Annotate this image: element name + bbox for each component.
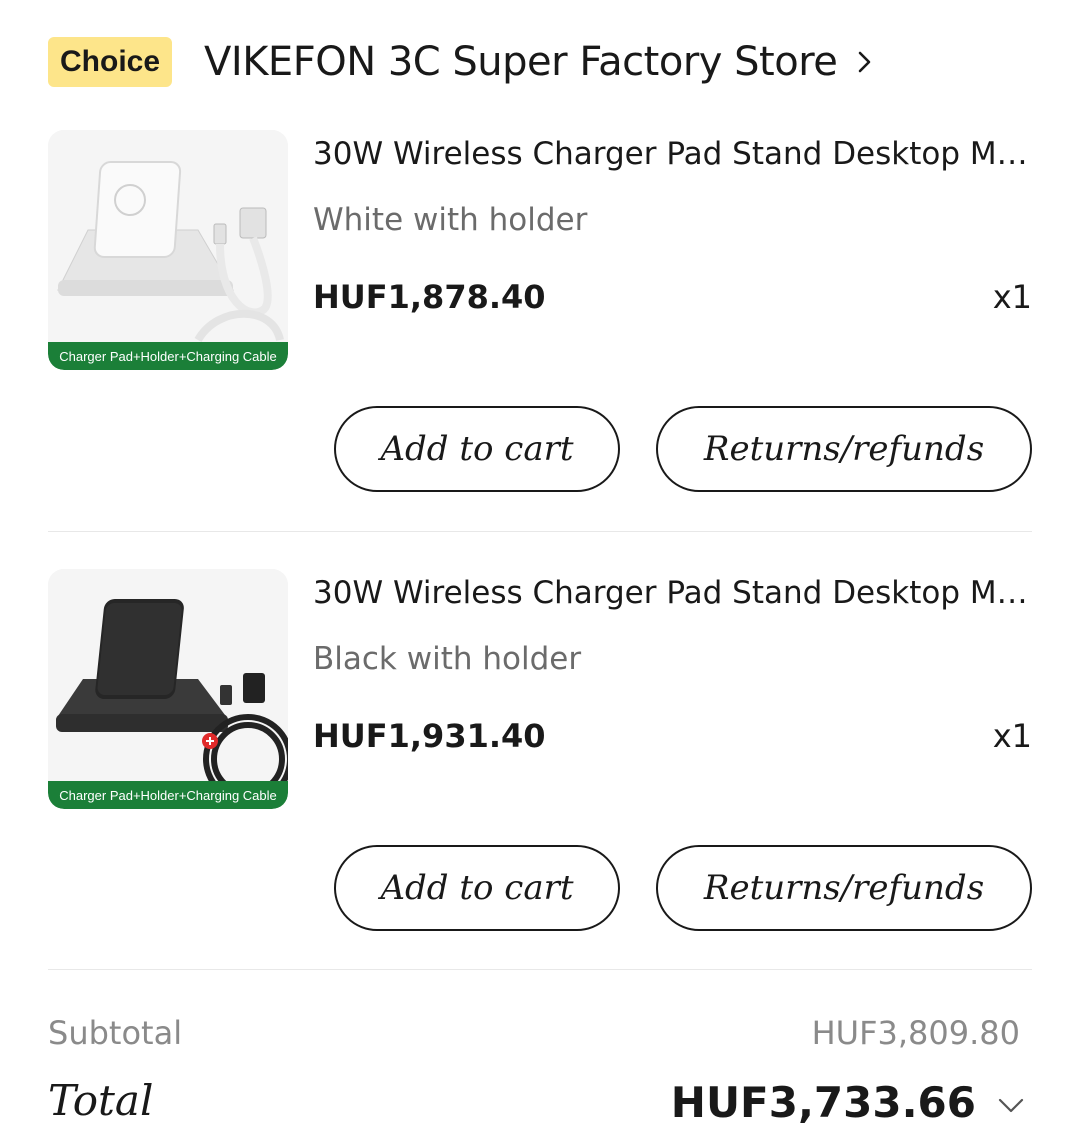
product-quantity: x1 [992,278,1032,316]
subtotal-label: Subtotal [48,1014,183,1052]
black-charger-image [48,569,288,809]
product-variant: White with holder [313,202,588,238]
product-image[interactable]: Charger Pad+Holder+Charging Cable [48,130,288,370]
returns-refunds-button[interactable]: Returns/refunds [656,406,1032,492]
product-price: HUF1,878.40 [313,278,546,316]
total-label: Total [48,1076,154,1125]
product-image[interactable]: Charger Pad+Holder+Charging Cable [48,569,288,809]
returns-refunds-button[interactable]: Returns/refunds [656,845,1032,931]
store-header[interactable]: Choice VIKEFON 3C Super Factory Store [48,34,879,90]
order-item: Charger Pad+Holder+Charging Cable 30W Wi… [48,130,1033,500]
image-caption: Charger Pad+Holder+Charging Cable [48,781,288,809]
image-caption: Charger Pad+Holder+Charging Cable [48,342,288,370]
divider [48,969,1032,970]
product-title[interactable]: 30W Wireless Charger Pad Stand Desktop M… [313,136,1033,172]
total-value[interactable]: HUF3,733.66 [671,1078,976,1127]
divider [48,531,1032,532]
product-quantity: x1 [992,717,1032,755]
product-price: HUF1,931.40 [313,717,546,755]
white-charger-image [48,130,288,370]
choice-badge: Choice [48,37,173,87]
subtotal-value: HUF3,809.80 [811,1014,1020,1052]
add-to-cart-button[interactable]: Add to cart [334,406,620,492]
product-variant: Black with holder [313,641,582,677]
order-item: Charger Pad+Holder+Charging Cable 30W Wi… [48,569,1033,939]
chevron-right-icon[interactable] [851,48,879,76]
product-title[interactable]: 30W Wireless Charger Pad Stand Desktop M… [313,575,1033,611]
chevron-down-icon[interactable] [996,1094,1026,1118]
add-to-cart-button[interactable]: Add to cart [334,845,620,931]
store-name[interactable]: VIKEFON 3C Super Factory Store [204,39,838,85]
